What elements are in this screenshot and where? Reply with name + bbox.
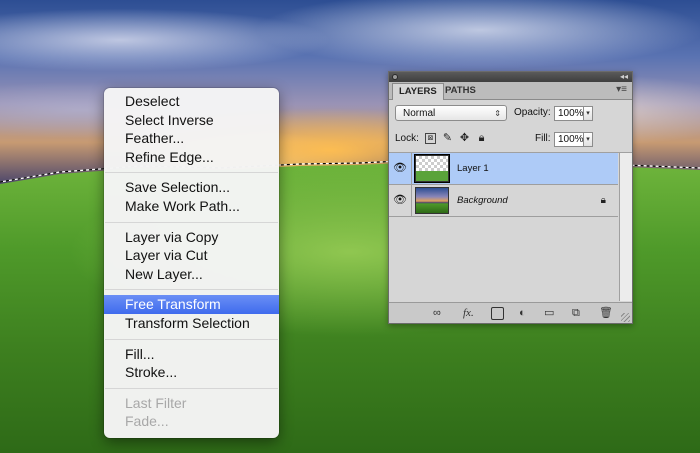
menu-item-transform-selection[interactable]: Transform Selection [104, 314, 279, 333]
trash-icon[interactable]: 🗑︎ [599, 306, 613, 320]
close-icon[interactable] [392, 74, 398, 80]
mask-icon[interactable] [491, 307, 504, 320]
lock-brush-icon[interactable]: ✎ [442, 133, 453, 144]
layer-row-layer-1[interactable]: 👁︎ Layer 1 [389, 153, 618, 185]
adjustment-icon[interactable]: ◐ [519, 306, 526, 320]
resize-grip-icon[interactable] [621, 313, 630, 322]
blend-mode-select[interactable]: Normal ⇕ [395, 105, 507, 121]
layer-thumbnail [414, 154, 450, 183]
menu-item-fill[interactable]: Fill... [104, 345, 279, 364]
collapse-icon[interactable]: ◂◂ [620, 72, 628, 82]
new-layer-icon[interactable]: ⧉ [572, 306, 580, 320]
blend-opacity-row: Normal ⇕ Opacity: 100% ▾ [389, 100, 632, 126]
menu-item-layer-via-copy[interactable]: Layer via Copy [104, 228, 279, 247]
fill-input[interactable]: 100% [554, 132, 584, 147]
panel-footer: ∞ fx. ◐ ▭ ⧉ 🗑︎ [389, 302, 632, 323]
menu-item-new-layer[interactable]: New Layer... [104, 265, 279, 284]
menu-item-refine-edge[interactable]: Refine Edge... [104, 148, 279, 167]
menu-separator [105, 289, 278, 291]
layers-list: 👁︎ Layer 1 👁︎ Background 🔒︎ [389, 153, 632, 301]
opacity-label: Opacity: [514, 107, 551, 118]
eye-icon[interactable]: 👁︎ [389, 185, 412, 216]
menu-separator [105, 221, 278, 223]
menu-item-select-inverse[interactable]: Select Inverse [104, 111, 279, 130]
menu-item-save-selection[interactable]: Save Selection... [104, 178, 279, 197]
lock-move-icon[interactable]: ✥ [459, 133, 470, 144]
layer-row-background[interactable]: 👁︎ Background 🔒︎ [389, 185, 618, 217]
menu-item-stroke[interactable]: Stroke... [104, 363, 279, 382]
folder-icon[interactable]: ▭ [544, 306, 554, 320]
fx-icon[interactable]: fx. [463, 306, 474, 320]
fill-dropdown-icon[interactable]: ▾ [584, 132, 593, 147]
link-icon[interactable]: ∞ [433, 306, 441, 320]
updown-arrow-icon: ⇕ [494, 109, 501, 118]
opacity-input[interactable]: 100% [554, 106, 584, 121]
lock-label: Lock: [395, 133, 419, 144]
panel-titlebar[interactable]: ◂◂ [389, 72, 632, 82]
blend-mode-value: Normal [403, 108, 436, 119]
opacity-dropdown-icon[interactable]: ▾ [584, 106, 593, 121]
layers-scrollbar[interactable] [619, 153, 632, 301]
layer-name: Background [457, 195, 508, 206]
menu-item-layer-via-cut[interactable]: Layer via Cut [104, 246, 279, 265]
menu-item-free-transform[interactable]: Free Transform [104, 295, 279, 314]
menu-separator [105, 387, 278, 389]
menu-item-feather[interactable]: Feather... [104, 129, 279, 148]
panel-menu-icon[interactable]: ▾≡ [616, 84, 627, 95]
lock-icon: 🔒︎ [600, 195, 606, 206]
eye-icon[interactable]: 👁︎ [389, 153, 412, 184]
context-menu: Deselect Select Inverse Feather... Refine E… [104, 88, 279, 438]
menu-item-make-work-path[interactable]: Make Work Path... [104, 197, 279, 216]
menu-separator [105, 172, 278, 174]
menu-item-fade: Fade... [125, 413, 169, 430]
menu-item-deselect[interactable]: Deselect [104, 92, 279, 111]
panel-tabs: LAYERS PATHS ▾≡ [389, 82, 632, 100]
tab-layers[interactable]: LAYERS [392, 83, 444, 100]
layer-name: Layer 1 [457, 163, 489, 174]
lock-all-icon[interactable]: 🔒︎ [476, 133, 487, 144]
layer-thumbnail [415, 187, 449, 214]
fill-label: Fill: [535, 133, 551, 144]
lock-transparent-icon[interactable]: ⊠ [425, 133, 436, 144]
tab-paths[interactable]: PATHS [439, 83, 482, 99]
layers-panel: ◂◂ LAYERS PATHS ▾≡ Normal ⇕ Opacity: 100… [388, 71, 633, 324]
lock-fill-row: Lock: ⊠ ✎ ✥ 🔒︎ Fill: 100% ▾ [389, 126, 632, 153]
menu-item-last-filter: Last Filter [125, 394, 187, 411]
menu-separator [105, 338, 278, 340]
